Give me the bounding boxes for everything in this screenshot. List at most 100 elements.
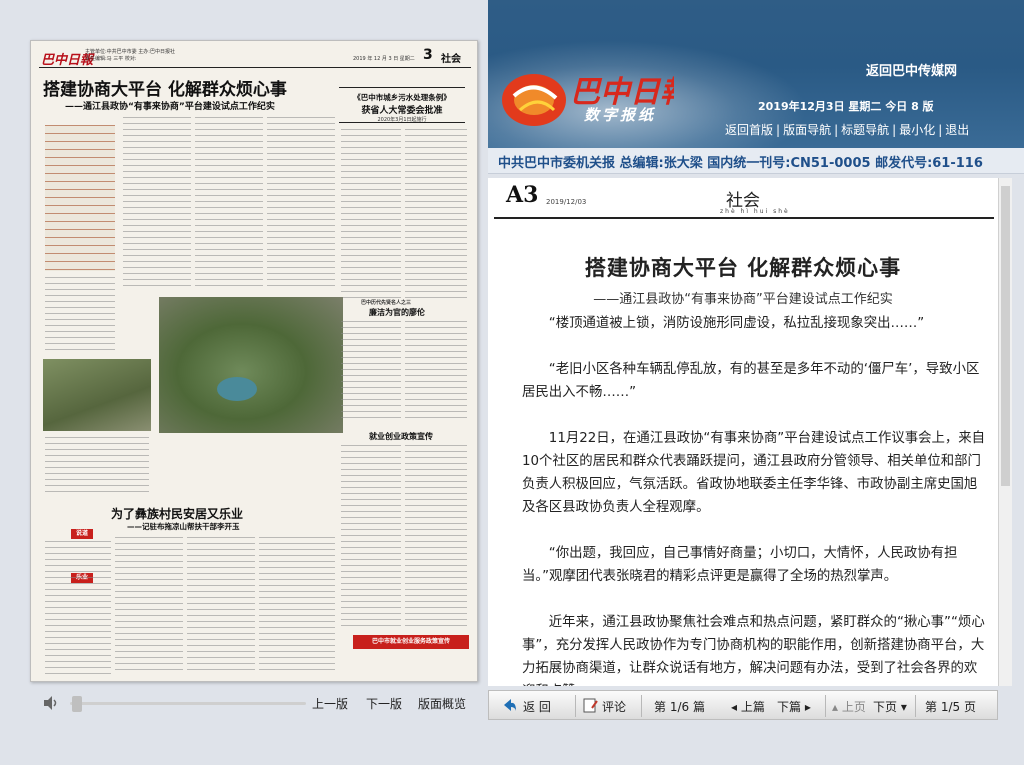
newspaper-text-column: [341, 445, 401, 631]
newspaper-date: 2019 年 12 月 3 日 星期二: [353, 56, 415, 62]
toolbar-divider: [825, 695, 826, 717]
page-rule: [494, 217, 994, 219]
comment-button[interactable]: 评论: [602, 698, 626, 715]
newspaper-meta-line: 责任编辑:马 三平 校对:: [85, 56, 137, 62]
header-banner: 巴中日報 数字报纸 返回巴中传媒网 2019年12月3日 星期二 今日 8 版 …: [488, 0, 1024, 148]
nav-separator: |: [776, 123, 781, 137]
nav-separator: |: [938, 123, 943, 137]
back-button[interactable]: 返 回: [523, 698, 551, 715]
box-story-title: 《巴中市城乡污水处理条例》: [353, 93, 451, 102]
chevron-down-icon: ▾: [900, 700, 907, 714]
toolbar-divider: [575, 695, 576, 717]
article-body: “楼顶通道被上锁，消防设施形同虚设，私拉乱接现象突出……” “老旧小区各种车辆乱…: [522, 312, 990, 686]
story4-headline[interactable]: 为了彝族村民安居又乐业: [111, 505, 243, 522]
issue-date: 2019年12月3日 星期二 今日 8 版: [758, 100, 934, 113]
nav-separator: |: [892, 123, 897, 137]
left-toolbar: 上一版 下一版 版面概览: [30, 688, 478, 718]
newspaper-text-column: [341, 321, 401, 423]
article-paragraph: “老旧小区各种车辆乱停乱放，有的甚至是多年不动的‘僵尸车’，导致小区居民出入不畅…: [522, 362, 980, 400]
scrollbar-thumb[interactable]: [1001, 186, 1010, 486]
toolbar-divider: [641, 695, 642, 717]
prev-article-label: 上篇: [740, 700, 765, 714]
chevron-left-icon: ◂: [731, 700, 738, 714]
nav-front-page[interactable]: 返回首版: [725, 123, 773, 137]
prev-page-button[interactable]: ▴ 上页: [832, 698, 866, 715]
back-arrow-icon[interactable]: [501, 697, 517, 713]
nav-title-navigation[interactable]: 标题导航: [841, 123, 889, 137]
next-page-button[interactable]: 下页 ▾: [873, 698, 907, 715]
article-paragraph: 近年来，通江县政协聚焦社会难点和热点问题，紧盯群众的“揪心事”“烦心事”，充分发…: [522, 615, 985, 686]
logo-subtitle: 数字报纸: [584, 106, 657, 124]
newspaper-text-column: [187, 537, 255, 675]
newspaper-meta-line: 主管单位:中共巴中市委 主办:巴中日报社: [85, 49, 175, 55]
page-counter: 第 1/5 页: [925, 700, 976, 714]
next-edition-button[interactable]: 下一版: [366, 695, 402, 712]
edition-overview-button[interactable]: 版面概览: [418, 695, 466, 712]
article-panel: A3 2019/12/03 社会 zhè hì hui shè 搭建协商大平台 …: [488, 178, 998, 686]
newspaper-rule: [39, 67, 471, 68]
article-counter: 第 1/6 篇: [654, 700, 705, 714]
page-section-pinyin: zhè hì hui shè: [720, 208, 790, 215]
newspaper-text-column: [45, 437, 149, 497]
volume-slider-handle[interactable]: [72, 696, 82, 712]
prev-page-label: 上页: [841, 700, 866, 714]
chevron-right-icon: ▸: [804, 700, 811, 714]
newspaper-page-preview[interactable]: 巴中日報 主管单位:中共巴中市委 主办:巴中日报社 责任编辑:马 三平 校对: …: [30, 40, 478, 682]
newspaper-page-number: 3: [423, 47, 433, 63]
article-paragraph: “你出题，我回应，自己事情好商量；小切口，大情怀，人民政协有担当。”观摩团代表张…: [522, 546, 958, 584]
newspaper-lead-headline[interactable]: 搭建协商大平台 化解群众烦心事: [43, 75, 287, 100]
page-date: 2019/12/03: [546, 198, 587, 206]
newspaper-red-tag: 说道: [71, 529, 93, 539]
newspaper-pull-quote: [45, 125, 115, 271]
next-article-button[interactable]: 下篇 ▸: [777, 698, 811, 715]
newspaper-text-column: [341, 129, 401, 299]
article-paragraph: 11月22日，在通江县政协“有事来协商”平台建设试点工作议事会上，来自10个社区…: [522, 431, 986, 515]
article-paragraph: “楼顶通道被上锁，消防设施形同虚设，私拉乱接现象突出……”: [548, 316, 925, 331]
article-scrollbar[interactable]: [998, 178, 1012, 686]
newspaper-text-column: [123, 117, 191, 287]
article-title: 搭建协商大平台 化解群众烦心事: [584, 256, 902, 280]
newspaper-text-column: [267, 117, 335, 287]
top-nav: 返回首版 | 版面导航 | 标题导航 | 最小化 | 退出: [725, 121, 969, 138]
newspaper-text-column: [45, 277, 115, 353]
newspaper-text-column: [115, 537, 183, 675]
page-code: A3: [506, 182, 539, 208]
nav-exit[interactable]: 退出: [945, 123, 969, 137]
newspaper-text-column: [405, 129, 467, 299]
chevron-up-icon: ▴: [832, 700, 839, 714]
newspaper-text-column: [405, 445, 467, 631]
newspaper-photo: [43, 359, 151, 431]
newspaper-lead-subheadline[interactable]: ——通江县政协“有事来协商”平台建设试点工作纪实: [65, 99, 275, 112]
nav-page-navigation[interactable]: 版面导航: [783, 123, 831, 137]
box-story-title2: 获省人大常委会批准: [361, 106, 443, 116]
newspaper-text-column: [405, 321, 467, 423]
newspaper-aerial-photo: [159, 297, 343, 433]
next-article-label: 下篇: [777, 700, 802, 714]
article-subtitle: ——通江县政协“有事来协商”平台建设试点工作纪实: [593, 292, 893, 307]
volume-slider[interactable]: [70, 702, 306, 705]
newspaper-text-column: [195, 117, 263, 287]
article-toolbar: 返 回 评论 第 1/6 篇 ◂ 上篇 下篇 ▸ ▴ 上页 下页 ▾ 第 1/5…: [488, 690, 998, 720]
prev-edition-button[interactable]: 上一版: [312, 695, 348, 712]
nav-minimize[interactable]: 最小化: [899, 123, 935, 137]
newspaper-footer-banner: 巴中市就业创业服务政策宣传: [353, 635, 469, 649]
prev-article-button[interactable]: ◂ 上篇: [731, 698, 765, 715]
story2-kicker: 巴中历代先贤名人之三: [361, 300, 412, 306]
story2-headline[interactable]: 廉洁为官的廖伦: [369, 307, 425, 318]
newspaper-text-column: [259, 537, 335, 675]
newspaper-meta: 主管单位:中共巴中市委 主办:巴中日报社 责任编辑:马 三平 校对:: [85, 49, 175, 63]
story3-headline[interactable]: 就业创业政策宣传: [369, 431, 433, 442]
return-portal-link[interactable]: 返回巴中传媒网: [866, 60, 957, 79]
next-page-label: 下页: [873, 700, 898, 714]
page-header: A3 2019/12/03 社会 zhè hì hui shè: [488, 178, 998, 219]
toolbar-divider: [915, 695, 916, 717]
story4-subheadline[interactable]: ——记驻布拖凉山帮扶干部李开玉: [127, 521, 240, 532]
nav-separator: |: [834, 123, 839, 137]
publication-info: 中共巴中市委机关报 总编辑:张大梁 国内统一刊号:CN51-0005 邮发代号:…: [488, 148, 1024, 174]
newspaper-box-story[interactable]: 《巴中市城乡污水处理条例》 获省人大常委会批准 2020年3月1日起施行: [339, 87, 465, 123]
volume-icon[interactable]: [42, 694, 60, 712]
newspaper-photo-pond: [217, 377, 257, 401]
comment-icon[interactable]: [583, 698, 598, 713]
newspaper-text-column: [45, 541, 111, 675]
newspaper-section: 社会: [441, 54, 461, 65]
